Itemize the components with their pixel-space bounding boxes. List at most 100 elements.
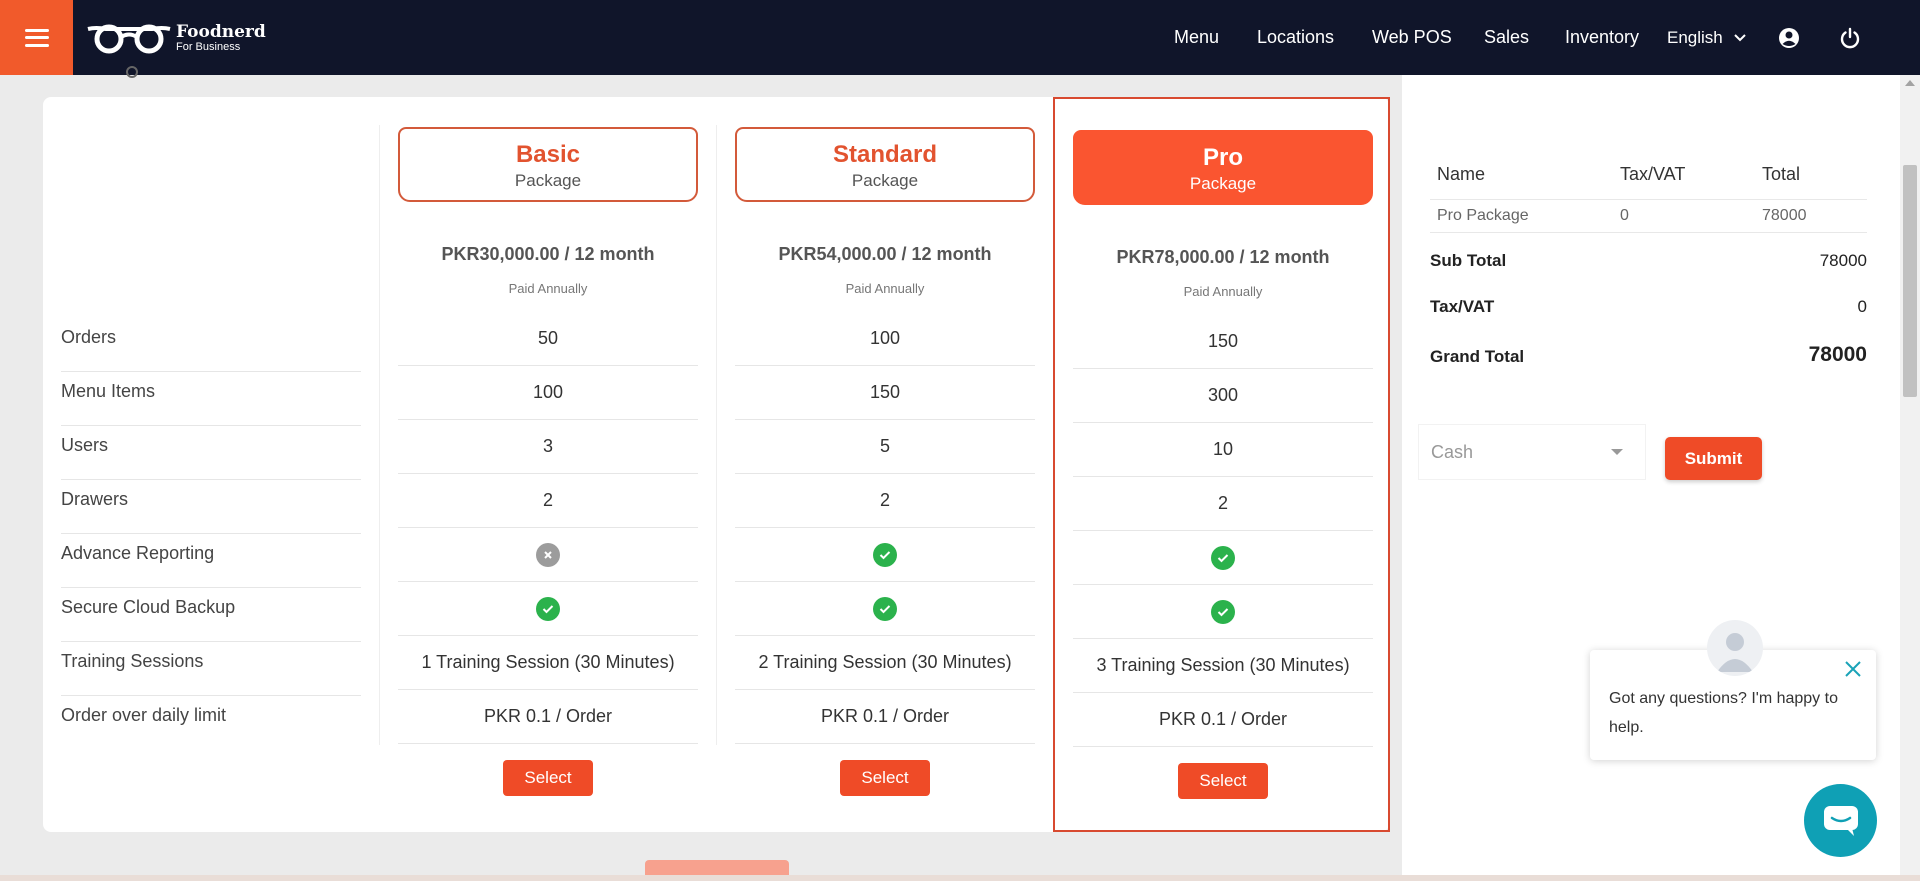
users-value: 3 [398,420,698,474]
feature-label: Secure Cloud Backup [61,588,361,642]
check-icon [873,596,897,621]
person-icon [1717,633,1753,672]
drawers-value: 2 [398,474,698,528]
orders-value: 150 [1073,315,1373,369]
nav-inventory[interactable]: Inventory [1565,0,1639,75]
grand-total-value: 78000 [1808,343,1867,366]
subtotal-label: Sub Total [1430,251,1507,270]
item-total: 78000 [1762,207,1807,224]
brand-tagline: For Business [176,40,241,53]
chat-message: Got any questions? I'm happy to help. [1609,690,1838,736]
table-row: Pro Package 0 78000 [1430,200,1867,233]
scrollbar-thumb[interactable] [1903,165,1917,397]
billing-period: Paid Annually [508,281,588,296]
select-standard-button[interactable]: Select [840,760,930,796]
nav-locations[interactable]: Locations [1257,0,1334,75]
plan-name: Standard [832,141,937,168]
training-sessions-value: 2 Training Session (30 Minutes) [735,636,1035,690]
feature-label: Training Sessions [61,642,361,696]
overage-value: PKR 0.1 / Order [735,690,1035,744]
plan-pro: Pro Package PKR78,000.00 / 12 month Paid… [1073,130,1373,799]
billing-period: Paid Annually [845,281,925,296]
select-basic-button[interactable]: Select [503,760,593,796]
caret-down-icon [1611,449,1623,455]
column-header: Name [1437,164,1486,184]
menu-items-value: 300 [1073,369,1373,423]
check-icon [1211,599,1235,624]
plan-subtitle: Package [514,171,582,190]
users-value: 10 [1073,423,1373,477]
item-tax: 0 [1620,207,1629,224]
advance-reporting-cell [735,528,1035,582]
plan-subtitle: Package [1189,174,1257,193]
plan-name: Basic [515,141,581,168]
plan-price: PKR30,000.00 / 12 month [441,244,655,264]
power-icon [1840,27,1860,48]
cloud-backup-cell [735,582,1035,636]
column-divider [379,125,380,745]
drawers-value: 2 [735,474,1035,528]
chat-icon [1823,805,1858,836]
feature-label: Menu Items [61,372,361,426]
top-navbar: Foodnerd For Business Menu Locations Web… [0,0,1920,75]
training-sessions-value: 3 Training Session (30 Minutes) [1073,639,1373,693]
feature-list: Orders Menu Items Users Drawers Advance … [61,318,361,750]
nav-sales[interactable]: Sales [1484,0,1529,75]
column-divider [716,125,717,745]
column-header: Total [1762,164,1801,184]
advance-reporting-cell [1073,531,1373,585]
payment-method-value: Cash [1431,441,1474,462]
check-icon [1211,545,1235,570]
plan-name: Pro [1202,144,1243,171]
user-circle-icon [1779,27,1799,48]
language-selector[interactable]: English [1667,0,1747,75]
overage-value: PKR 0.1 / Order [1073,693,1373,747]
hamburger-icon [24,28,49,47]
page-bottom-edge [0,875,1920,881]
overage-value: PKR 0.1 / Order [398,690,698,744]
plan-subtitle: Package [851,171,919,190]
chat-launcher-button[interactable] [1804,784,1877,857]
plan-standard: Standard Package PKR54,000.00 / 12 month… [735,127,1035,796]
logout-button[interactable] [1835,0,1865,75]
users-value: 5 [735,420,1035,474]
plan-price: PKR78,000.00 / 12 month [1116,247,1330,267]
plan-header: Pro Package [1073,130,1373,205]
cloud-backup-cell [398,582,698,636]
chevron-down-icon [1734,33,1746,41]
brand-name: Foodnerd [176,21,266,42]
column-header: Tax/VAT [1620,164,1686,184]
close-icon[interactable] [1842,658,1864,680]
scroll-up-arrow-icon[interactable] [1905,80,1915,86]
menu-items-value: 150 [735,366,1035,420]
payment-method-select[interactable]: Cash [1418,424,1646,480]
billing-period: Paid Annually [1183,284,1263,299]
select-pro-button[interactable]: Select [1178,763,1268,799]
nav-web-pos[interactable]: Web POS [1372,0,1452,75]
agent-avatar [1707,620,1763,676]
feature-label: Users [61,426,361,480]
feature-label: Order over daily limit [61,705,227,725]
feature-label: Advance Reporting [61,534,361,588]
plan-price: PKR54,000.00 / 12 month [778,244,992,264]
plan-basic: Basic Package PKR30,000.00 / 12 month Pa… [398,127,698,796]
drawers-value: 2 [1073,477,1373,531]
tax-row: Tax/VAT 0 [1430,297,1867,317]
tax-label: Tax/VAT [1430,297,1495,316]
item-name: Pro Package [1437,207,1529,224]
account-button[interactable] [1774,0,1804,75]
feature-label: Drawers [61,480,361,534]
feature-label: Orders [61,318,361,372]
grand-total-row: Grand Total 78000 [1430,343,1867,367]
menu-toggle-button[interactable] [0,0,73,75]
nav-menu[interactable]: Menu [1174,0,1219,75]
plan-header: Basic Package [398,127,698,202]
submit-button[interactable]: Submit [1665,437,1762,480]
training-sessions-value: 1 Training Session (30 Minutes) [398,636,698,690]
menu-items-value: 100 [398,366,698,420]
order-summary-table: Name Tax/VAT Total Pro Package 0 78000 [1430,150,1867,233]
cross-icon [536,542,560,567]
table-header: Name Tax/VAT Total [1430,150,1867,200]
orders-value: 50 [398,312,698,366]
check-icon [873,542,897,567]
